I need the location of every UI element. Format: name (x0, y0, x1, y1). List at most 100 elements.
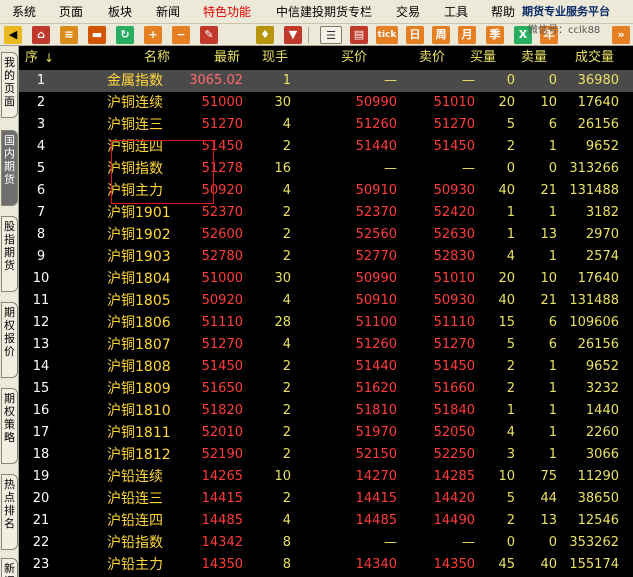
toolbar: ◀ ⌂ ≡ ▬ ↻ + − ✎ ♦ ▼ ☰ ▤ tick 日 周 月 季 X 年… (0, 24, 633, 46)
row-bid: 50910 (355, 183, 397, 198)
table-row[interactable]: 8 沪铜1902 52600 2 52560 52630 1 13 2970 (19, 224, 633, 246)
refresh-icon[interactable]: ↻ (116, 26, 134, 44)
side-tab-option-strategy[interactable]: 期权策略 (1, 388, 18, 464)
row-total: 26156 (577, 337, 619, 352)
zoom-in-icon[interactable]: + (144, 26, 162, 44)
table-row[interactable]: 9 沪铜1903 52780 2 52770 52830 4 1 2574 (19, 246, 633, 268)
menu-features[interactable]: 特色功能 (203, 0, 251, 24)
row-ask-qty: 6 (548, 337, 557, 352)
zoom-out-icon[interactable]: − (172, 26, 190, 44)
row-ask-qty: 0 (548, 161, 557, 176)
row-latest: 52010 (201, 425, 243, 440)
row-bid-qty: 40 (498, 293, 515, 308)
season-icon[interactable]: 季 (486, 26, 504, 44)
side-tab-my-page[interactable]: 我的页面 (1, 52, 18, 118)
side-tab-index-futures[interactable]: 股指期货 (1, 216, 18, 292)
menu-system[interactable]: 系统 (12, 0, 36, 24)
row-total: 38650 (577, 491, 619, 506)
row-latest: 51270 (201, 117, 243, 132)
table-row[interactable]: 6 沪铜主力 50920 4 50910 50930 40 21 131488 (19, 180, 633, 202)
day-icon[interactable]: 日 (406, 26, 424, 44)
home-icon[interactable]: ⌂ (32, 26, 50, 44)
row-latest: 52370 (201, 205, 243, 220)
table-row[interactable]: 3 沪铜连三 51270 4 51260 51270 5 6 26156 (19, 114, 633, 136)
tag-icon[interactable]: ▬ (88, 26, 106, 44)
pencil-icon[interactable]: ✎ (200, 26, 218, 44)
filter-icon[interactable]: ▼ (284, 26, 302, 44)
sort-arrow-icon[interactable]: ↓ (44, 46, 54, 70)
table-row[interactable]: 16 沪铜1810 51820 2 51810 51840 1 1 1440 (19, 400, 633, 422)
menu-tools[interactable]: 工具 (444, 0, 468, 24)
row-bid-qty: 1 (506, 205, 515, 220)
col-ask[interactable]: 卖价 (419, 46, 445, 70)
table-row[interactable]: 23 沪铅主力 14350 8 14340 14350 45 40 155174 (19, 554, 633, 576)
col-bid-qty[interactable]: 买量 (470, 46, 496, 70)
table-row[interactable]: 18 沪铜1812 52190 2 52150 52250 3 1 3066 (19, 444, 633, 466)
side-tab-bar: 我的页面 国内期货 股指期货 期权报价 期权策略 热点排名 新闻 (0, 46, 19, 577)
side-tab-option-quotes[interactable]: 期权报价 (1, 302, 18, 378)
side-tab-domestic-futures[interactable]: 国内期货 (1, 130, 18, 206)
table-row[interactable]: 10 沪铜1804 51000 30 50990 51010 20 10 17640 (19, 268, 633, 290)
row-bid-qty: 15 (498, 315, 515, 330)
menu-page[interactable]: 页面 (59, 0, 83, 24)
col-volume[interactable]: 现手 (262, 46, 288, 70)
col-ask-qty[interactable]: 卖量 (521, 46, 547, 70)
row-total: 3066 (585, 447, 619, 462)
menu-help[interactable]: 帮助 (491, 0, 515, 24)
week-icon[interactable]: 周 (432, 26, 450, 44)
table-row[interactable]: 7 沪铜1901 52370 2 52370 52420 1 1 3182 (19, 202, 633, 224)
col-latest[interactable]: 最新 (214, 46, 240, 70)
row-seq: 16 (32, 403, 50, 418)
row-total: 109606 (569, 315, 619, 330)
row-seq: 11 (32, 293, 50, 308)
table-row[interactable]: 20 沪铅连三 14415 2 14415 14420 5 44 38650 (19, 488, 633, 510)
row-volume: 1 (282, 73, 291, 88)
row-volume: 2 (282, 359, 291, 374)
table-row[interactable]: 21 沪铅连四 14485 4 14485 14490 2 13 12546 (19, 510, 633, 532)
row-bid: 52560 (355, 227, 397, 242)
table-row[interactable]: 4 沪铜连四 51450 2 51440 51450 2 1 9652 (19, 136, 633, 158)
menu-sector[interactable]: 板块 (108, 0, 132, 24)
row-seq: 23 (32, 557, 50, 572)
table-row[interactable]: 19 沪铅连续 14265 10 14270 14285 10 75 11290 (19, 466, 633, 488)
chart-icon[interactable]: ▤ (350, 26, 368, 44)
row-seq: 21 (32, 513, 50, 528)
row-bid: 14415 (355, 491, 397, 506)
table-row[interactable]: 14 沪铜1808 51450 2 51440 51450 2 1 9652 (19, 356, 633, 378)
table-row[interactable]: 22 沪铅指数 14342 8— —0 0 353262 (19, 532, 633, 554)
bell-icon[interactable]: ♦ (256, 26, 274, 44)
month-icon[interactable]: 月 (458, 26, 476, 44)
stack-icon[interactable]: ≡ (60, 26, 78, 44)
side-tab-news[interactable]: 新闻 (1, 558, 18, 577)
table-row[interactable]: 1 金属指数 3065.02 1— —0 0 36980 (19, 70, 633, 92)
row-total: 12546 (577, 513, 619, 528)
row-volume: 2 (282, 205, 291, 220)
row-bid-qty: 20 (498, 271, 515, 286)
row-ask: 50930 (433, 293, 475, 308)
table-row[interactable]: 2 沪铜连续 51000 30 50990 51010 20 10 17640 (19, 92, 633, 114)
row-ask-qty: 21 (540, 293, 557, 308)
col-total[interactable]: 成交量 (575, 46, 614, 70)
table-row[interactable]: 13 沪铜1807 51270 4 51260 51270 5 6 26156 (19, 334, 633, 356)
menu-trade[interactable]: 交易 (396, 0, 420, 24)
tick-icon[interactable]: tick (376, 26, 398, 44)
row-seq: 4 (36, 139, 46, 154)
row-latest: 51000 (201, 95, 243, 110)
col-bid[interactable]: 买价 (341, 46, 367, 70)
table-row[interactable]: 15 沪铜1809 51650 2 51620 51660 2 1 3232 (19, 378, 633, 400)
menu-news[interactable]: 新闻 (156, 0, 180, 24)
table-row[interactable]: 17 沪铜1811 52010 2 51970 52050 4 1 2260 (19, 422, 633, 444)
side-tab-hot-ranking[interactable]: 热点排名 (1, 474, 18, 550)
list-icon[interactable]: ☰ (320, 26, 342, 44)
col-name[interactable]: 名称 (144, 46, 170, 70)
table-row[interactable]: 5 沪铜指数 51278 16— —0 0 313266 (19, 158, 633, 180)
more-icon[interactable]: » (612, 26, 630, 44)
back-icon[interactable]: ◀ (4, 26, 22, 44)
row-ask-qty: 21 (540, 183, 557, 198)
menu-csc-column[interactable]: 中信建投期货专栏 (276, 0, 372, 24)
row-seq: 6 (36, 183, 46, 198)
row-bid-qty: 45 (498, 557, 515, 572)
col-seq[interactable]: 序 (25, 46, 38, 70)
table-row[interactable]: 12 沪铜1806 51110 28 51100 51110 15 6 109606 (19, 312, 633, 334)
table-row[interactable]: 11 沪铜1805 50920 4 50910 50930 40 21 131488 (19, 290, 633, 312)
